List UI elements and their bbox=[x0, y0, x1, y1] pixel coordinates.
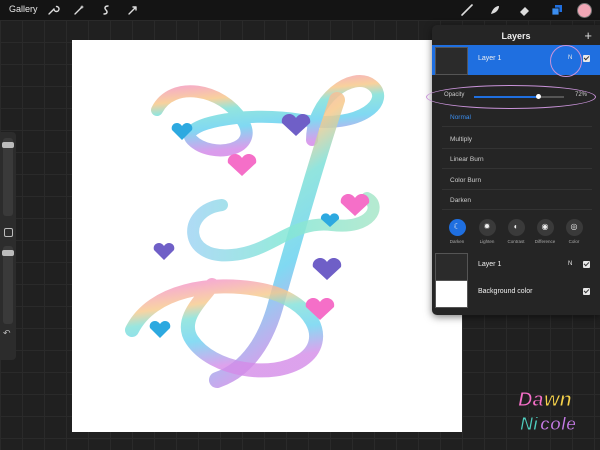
mode-darken-button[interactable]: ☾ Darken bbox=[444, 219, 470, 244]
mode-label: Darken bbox=[449, 239, 465, 244]
svg-text:Ni: Ni bbox=[520, 414, 539, 434]
layer-name: Background color bbox=[478, 288, 533, 295]
color-icon: ◎ bbox=[570, 222, 578, 231]
blend-mode-item[interactable]: Darken bbox=[442, 192, 592, 210]
mode-color-button[interactable]: ◎ Color bbox=[561, 219, 587, 244]
drawing-canvas[interactable] bbox=[72, 40, 462, 432]
mode-label: Contrast bbox=[507, 239, 525, 244]
blend-mode-item[interactable]: Multiply bbox=[442, 131, 592, 149]
layer-thumbnail bbox=[435, 47, 468, 75]
contrast-icon: ◐ bbox=[513, 222, 519, 231]
add-layer-button[interactable]: + bbox=[584, 28, 592, 43]
svg-text:wn: wn bbox=[544, 389, 572, 411]
moon-icon: ☾ bbox=[453, 222, 461, 231]
blend-mode-item[interactable]: Normal bbox=[442, 109, 592, 127]
svg-text:cole: cole bbox=[540, 414, 576, 434]
sun-icon: ✹ bbox=[483, 222, 491, 231]
background-color-swatch bbox=[435, 280, 468, 308]
layer-row[interactable]: Layer 1 N bbox=[432, 251, 600, 281]
transform-icon[interactable] bbox=[126, 3, 140, 17]
modify-button[interactable] bbox=[4, 228, 13, 237]
layers-icon[interactable] bbox=[550, 3, 564, 17]
gallery-button[interactable]: Gallery bbox=[9, 4, 38, 14]
undo-icon[interactable]: ↶ bbox=[3, 328, 11, 339]
layer-thumbnail bbox=[435, 253, 468, 281]
blend-mode-item[interactable]: Color Burn bbox=[442, 172, 592, 190]
highlight-ellipse bbox=[426, 85, 596, 109]
eraser-icon[interactable] bbox=[518, 3, 532, 17]
brush-size-thumb[interactable] bbox=[2, 142, 14, 148]
magic-wand-icon[interactable] bbox=[72, 3, 86, 17]
blend-group-row: ☾ Darken ✹ Lighten ◐ Contrast ◉ Differen… bbox=[444, 219, 594, 255]
brush-size-slider[interactable] bbox=[2, 138, 14, 216]
mode-contrast-button[interactable]: ◐ Contrast bbox=[503, 219, 529, 244]
visibility-checkbox[interactable] bbox=[583, 288, 590, 295]
mode-label: Lighten bbox=[479, 239, 495, 244]
smudge-icon[interactable] bbox=[488, 3, 502, 17]
layer-name: Layer 1 bbox=[478, 55, 502, 62]
visibility-checkbox[interactable] bbox=[583, 261, 590, 268]
selection-icon[interactable] bbox=[99, 3, 113, 17]
layer-name: Layer 1 bbox=[478, 261, 502, 268]
brush-opacity-thumb[interactable] bbox=[2, 250, 14, 256]
panel-title: Layers bbox=[501, 31, 531, 41]
lettering-artwork bbox=[125, 75, 384, 388]
highlight-circle bbox=[550, 45, 582, 77]
brush-opacity-slider[interactable] bbox=[2, 246, 14, 324]
svg-text:Da: Da bbox=[518, 389, 544, 411]
mode-lighten-button[interactable]: ✹ Lighten bbox=[474, 219, 500, 244]
visibility-checkbox[interactable] bbox=[583, 55, 590, 62]
wrench-icon[interactable] bbox=[46, 3, 60, 17]
mode-label: Color bbox=[568, 239, 580, 244]
top-toolbar: Gallery bbox=[0, 0, 600, 20]
brush-icon[interactable] bbox=[460, 3, 474, 17]
blend-mode-button[interactable]: N bbox=[568, 261, 572, 267]
layer-row-background[interactable]: Background color bbox=[432, 278, 600, 308]
left-sidebar: ↶ bbox=[0, 132, 16, 360]
color-swatch[interactable] bbox=[577, 3, 592, 18]
mode-label: Difference bbox=[534, 239, 556, 244]
difference-icon: ◉ bbox=[541, 222, 549, 231]
mode-difference-button[interactable]: ◉ Difference bbox=[532, 219, 558, 244]
watermark-logo: Da wn Ni cole bbox=[516, 384, 586, 436]
layers-panel: Layers + Layer 1 N Opacity 72% Normal Mu… bbox=[426, 25, 600, 315]
blend-mode-item[interactable]: Linear Burn bbox=[442, 151, 592, 169]
